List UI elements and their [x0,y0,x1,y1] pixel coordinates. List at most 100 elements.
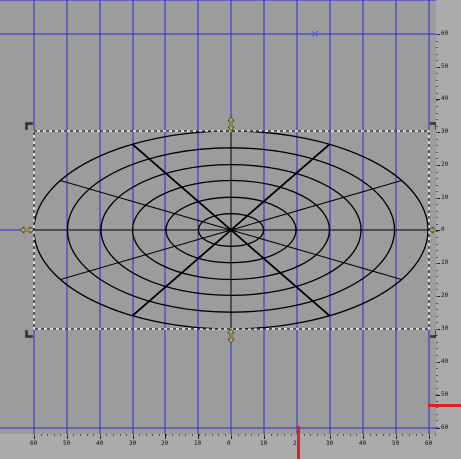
horizontal-ruler-minor-tick [316,434,318,436]
vertical-ruler[interactable]: 60 50 40 30 20 10 0 10 20 30 40 50 60 [428,0,461,435]
vertical-ruler-minor-tick [436,165,438,166]
vertical-ruler-minor-tick [436,184,438,186]
vertical-ruler-label: 20 [441,292,449,299]
vertical-ruler-minor-tick [436,289,438,291]
vertical-ruler-minor-tick [436,47,438,49]
horizontal-ruler-minor-tick [349,434,351,436]
radial-spoke [230,229,331,317]
radial-spoke [230,143,331,231]
horizontal-ruler-label: 50 [392,440,400,447]
vertical-ruler-minor-tick [436,92,438,94]
horizontal-ruler-label: 30 [326,440,334,447]
radial-spoke [131,229,232,317]
vertical-ruler-label: 10 [441,194,449,201]
horizontal-ruler-minor-tick [205,434,207,436]
vertical-ruler-minor-tick [436,204,438,206]
horizontal-ruler-minor-tick [86,434,88,436]
horizontal-ruler-minor-tick [237,434,239,436]
vertical-ruler-minor-tick [436,197,438,199]
horizontal-ruler-minor-tick [290,434,292,436]
vertical-ruler-label: 30 [441,128,449,135]
vertical-ruler-minor-tick [436,223,438,225]
horizontal-ruler-minor-tick [172,434,174,436]
horizontal-ruler-minor-tick [198,434,200,436]
drawing-canvas[interactable] [0,0,461,459]
horizontal-ruler-minor-tick [60,434,62,436]
horizontal-ruler-minor-tick [99,434,101,436]
horizontal-ruler-minor-tick [231,434,233,436]
handle-top-left [24,121,34,131]
horizontal-ruler-minor-tick [389,434,391,436]
vertical-ruler-position-marker [428,404,461,407]
vertical-ruler-label: 20 [441,161,449,168]
vertical-ruler-label: 50 [441,391,449,398]
vertical-ruler-minor-tick [436,40,438,42]
vertical-ruler-minor-tick [436,210,438,212]
horizontal-ruler-minor-tick [139,434,141,436]
horizontal-ruler-label: 40 [96,440,104,447]
horizontal-ruler-minor-tick [165,434,167,436]
vertical-ruler-minor-tick [436,387,438,389]
horizontal-ruler-minor-tick [330,434,332,436]
rotate-arrow-icon [24,329,34,339]
vertical-ruler-minor-tick [436,151,438,153]
vertical-ruler-minor-tick [436,34,438,35]
horizontal-ruler-label: 20 [161,440,169,447]
vertical-ruler-minor-tick [436,413,438,415]
vertical-ruler-minor-tick [436,282,438,284]
horizontal-ruler-position-marker [297,426,300,459]
vertical-ruler-minor-tick [436,158,438,160]
vertical-ruler-minor-tick [436,230,438,232]
vertical-ruler-label: 0 [441,226,445,233]
radial-spoke [230,229,402,280]
vertical-ruler-minor-tick [436,125,438,127]
radial-spoke [230,180,402,231]
horizontal-ruler-minor-tick [211,434,213,436]
horizontal-ruler-minor-tick [402,434,404,436]
horizontal-ruler-minor-tick [66,434,68,436]
vertical-ruler-minor-tick [436,276,438,278]
vertical-ruler-minor-tick [436,66,438,68]
horizontal-ruler-minor-tick [409,434,411,436]
vertical-ruler-minor-tick [436,178,438,180]
horizontal-ruler-label: 10 [260,440,268,447]
horizontal-ruler-minor-tick [422,434,424,436]
horizontal-ruler-minor-tick [185,434,187,436]
vertical-ruler-tick [436,428,440,429]
vertical-ruler-minor-tick [436,53,438,55]
horizontal-ruler-minor-tick [376,434,378,436]
scale-arrow-icon [227,328,235,344]
horizontal-ruler-minor-tick [415,434,417,436]
vertical-ruler-minor-tick [436,407,438,409]
horizontal-ruler-minor-tick [93,434,95,436]
ruler-corner [436,434,461,459]
horizontal-ruler-minor-tick [369,434,371,436]
vertical-ruler-minor-tick [436,171,438,173]
vertical-ruler-minor-tick [436,381,438,383]
handle-top [227,116,235,132]
vertical-ruler-minor-tick [436,348,438,350]
horizontal-ruler-minor-tick [40,434,42,436]
horizontal-ruler-label: 60 [30,440,38,447]
vertical-ruler-minor-tick [436,250,438,252]
vertical-ruler-minor-tick [436,328,438,330]
vertical-ruler-minor-tick [436,256,438,258]
horizontal-ruler-minor-tick [159,434,161,436]
vertical-ruler-minor-tick [436,354,438,356]
vertical-ruler-minor-tick [436,145,438,147]
vertical-ruler-minor-tick [436,420,438,422]
horizontal-ruler[interactable]: 6050403020100102030405060 [0,426,461,459]
horizontal-ruler-minor-tick [264,434,266,436]
horizontal-ruler-minor-tick [395,434,397,436]
vertical-ruler-minor-tick [436,335,438,337]
vertical-ruler-minor-tick [436,394,438,396]
horizontal-ruler-minor-tick [323,434,325,436]
horizontal-ruler-minor-tick [106,434,108,436]
horizontal-ruler-minor-tick [224,434,226,436]
vertical-ruler-minor-tick [436,296,438,297]
vertical-ruler-minor-tick [436,60,438,62]
vertical-ruler-minor-tick [436,112,438,114]
vertical-ruler-label: 40 [441,95,449,102]
horizontal-ruler-minor-tick [356,434,358,436]
vertical-ruler-minor-tick [436,138,438,140]
